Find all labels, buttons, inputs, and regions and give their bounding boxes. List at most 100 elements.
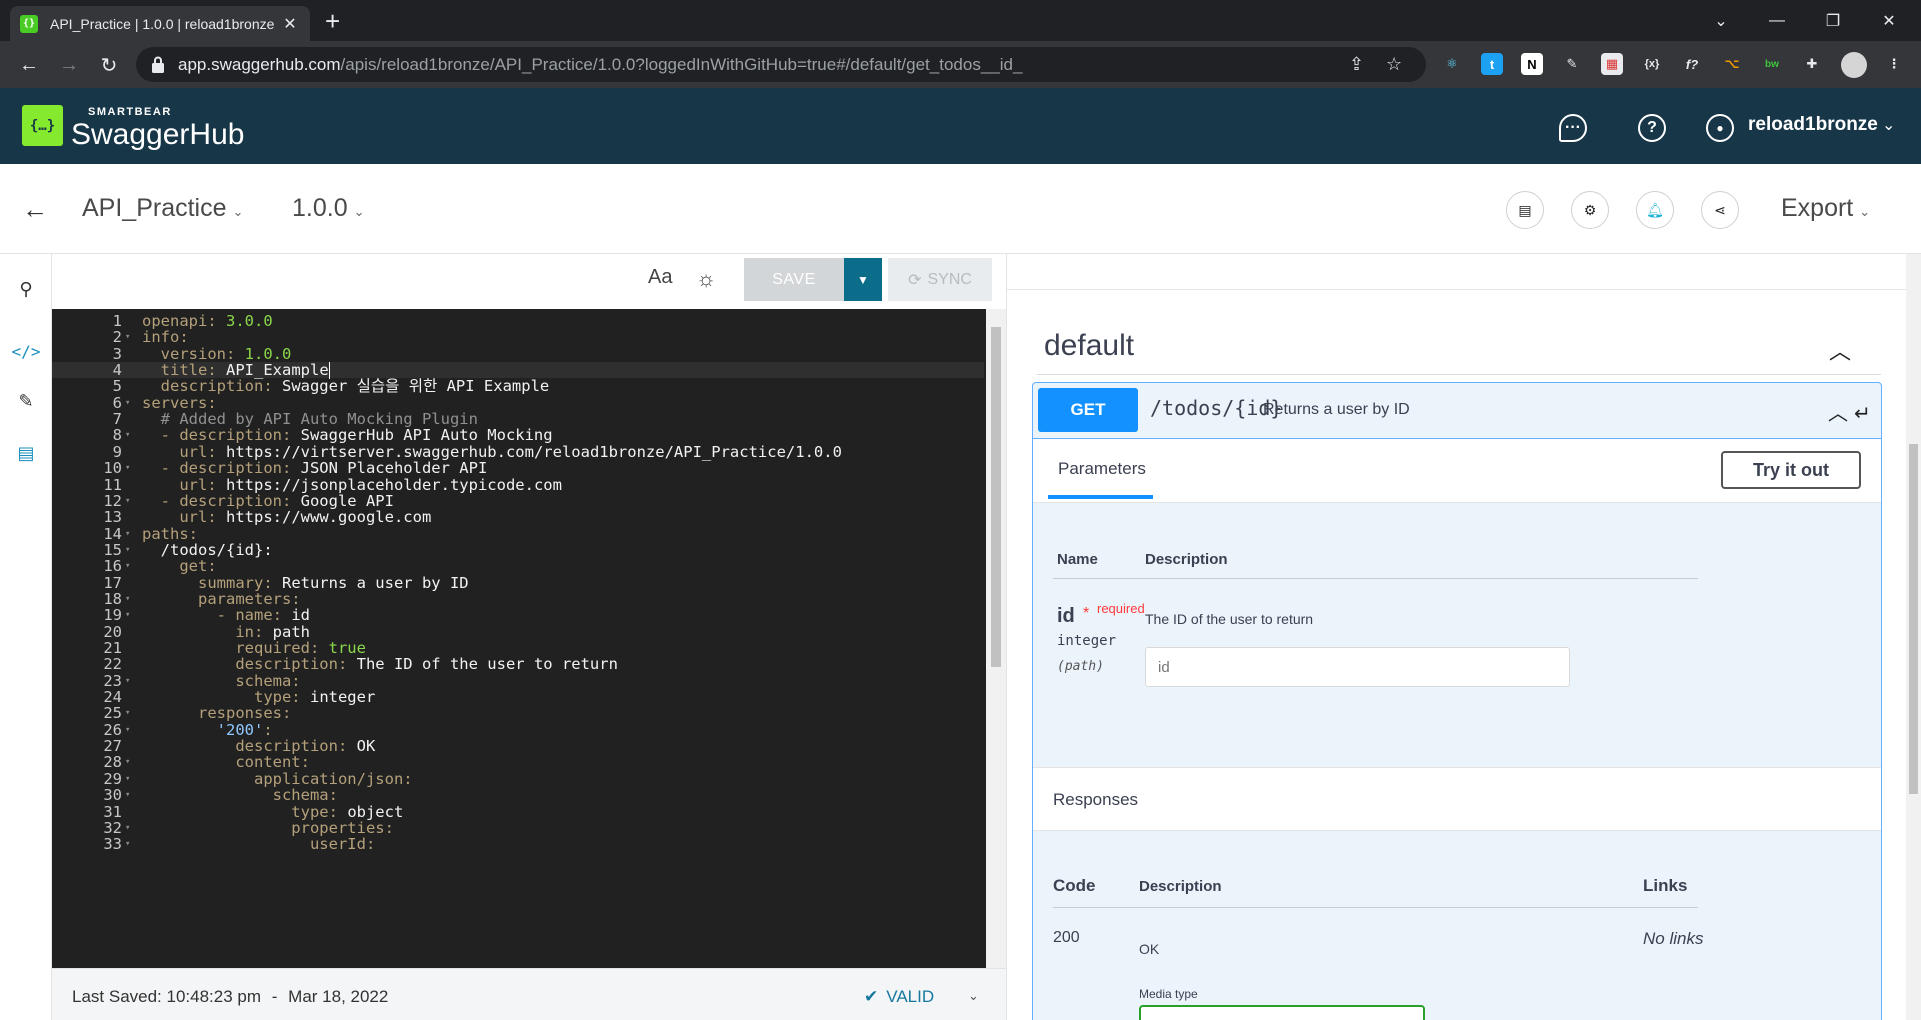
fold-toggle-icon[interactable]: ▾ (125, 754, 130, 770)
fold-toggle-icon[interactable]: ▾ (125, 427, 130, 443)
fold-toggle-icon[interactable]: ▾ (125, 542, 130, 558)
collapse-chevron-up-icon[interactable]: ︿ (1829, 334, 1851, 366)
git-extension-icon[interactable]: ⌥ (1721, 53, 1743, 75)
code-line[interactable]: 1 openapi: 3.0.0 (52, 313, 984, 330)
user-account-icon[interactable]: ● (1706, 114, 1734, 142)
operation-summary[interactable]: GET /todos/{id} Returns a user by ID ︿ ↵ (1033, 383, 1881, 439)
fold-toggle-icon[interactable]: ▾ (125, 836, 130, 852)
fold-toggle-icon[interactable]: ▾ (125, 607, 130, 623)
brand-swaggerhub[interactable]: SwaggerHub (71, 118, 244, 152)
theme-sun-icon[interactable]: ☼ (696, 266, 716, 292)
fold-toggle-icon[interactable]: ▾ (125, 329, 130, 345)
username[interactable]: reload1bronze (1748, 114, 1878, 136)
code-line[interactable]: 2 ▾ info: (52, 329, 984, 346)
function-extension-icon[interactable]: f? (1681, 53, 1703, 75)
minimize-icon[interactable]: — (1749, 0, 1805, 41)
fold-toggle-icon[interactable]: ▾ (125, 787, 130, 803)
profile-avatar-icon[interactable] (1841, 52, 1867, 78)
code-line[interactable]: 21 required: true (52, 640, 984, 657)
fold-toggle-icon[interactable]: ▾ (125, 771, 130, 787)
fold-toggle-icon[interactable]: ▾ (125, 526, 130, 542)
code-line[interactable]: 17 summary: Returns a user by ID (52, 574, 984, 591)
code-line[interactable]: 9 url: https://virtserver.swaggerhub.com… (52, 443, 984, 460)
code-line[interactable]: 30 ▾ schema: (52, 787, 984, 804)
code-line[interactable]: 15 ▾ /todos/{id}: (52, 542, 984, 559)
address-bar[interactable]: app.swaggerhub.com/apis/reload1bronze/AP… (136, 47, 1426, 82)
fold-toggle-icon[interactable]: ▾ (125, 460, 130, 476)
code-line[interactable]: 32 ▾ properties: (52, 819, 984, 836)
code-line[interactable]: 11 url: https://jsonplaceholder.typicode… (52, 476, 984, 493)
code-line[interactable]: 22 description: The ID of the user to re… (52, 656, 984, 673)
fold-toggle-icon[interactable]: ▾ (125, 820, 130, 836)
code-line[interactable]: 16 ▾ get: (52, 558, 984, 575)
bookmark-star-icon[interactable]: ☆ (1386, 54, 1402, 75)
code-line[interactable]: 28 ▾ content: (52, 754, 984, 771)
version-dropdown[interactable]: 1.0.0 ⌄ (292, 194, 365, 223)
settings-gear-icon[interactable]: ⚙ (1571, 191, 1609, 229)
media-type-select[interactable] (1139, 1005, 1425, 1020)
browser-menu-icon[interactable]: ⋮ (1883, 53, 1905, 75)
bw-extension-icon[interactable]: bw (1761, 53, 1783, 75)
code-line[interactable]: 5 description: Swagger 실습을 위한 API Exampl… (52, 378, 984, 395)
api-name-dropdown[interactable]: API_Practice ⌄ (82, 194, 243, 223)
share-icon[interactable]: ⇪ (1349, 54, 1364, 75)
code-line[interactable]: 10 ▾ - description: JSON Placeholder API (52, 460, 984, 477)
fold-toggle-icon[interactable]: ▾ (125, 493, 130, 509)
design-compass-icon[interactable]: ⚲ (13, 276, 39, 302)
react-devtools-icon[interactable]: ⚛ (1441, 53, 1463, 75)
chat-icon[interactable]: ··· (1559, 114, 1587, 142)
twitter-icon[interactable]: t (1481, 53, 1503, 75)
save-dropdown-chevron-icon[interactable]: ▼ (844, 258, 882, 301)
restore-icon[interactable]: ❐ (1805, 0, 1861, 41)
docs-icon[interactable]: ▤ (13, 440, 39, 466)
export-menu[interactable]: Export ⌄ (1781, 194, 1870, 223)
document-icon[interactable]: ▤ (1506, 191, 1544, 229)
back-arrow-icon[interactable]: ← (22, 194, 48, 225)
fold-toggle-icon[interactable]: ▾ (125, 558, 130, 574)
try-it-out-button[interactable]: Try it out (1721, 451, 1861, 489)
code-line[interactable]: 25 ▾ responses: (52, 705, 984, 722)
code-line[interactable]: 14 ▾ paths: (52, 525, 984, 542)
code-line[interactable]: 7 # Added by API Auto Mocking Plugin (52, 411, 984, 428)
pen-extension-icon[interactable]: ✎ (1561, 53, 1583, 75)
code-line[interactable]: 23 ▾ schema: (52, 672, 984, 689)
browser-tab[interactable]: {} API_Practice | 1.0.0 | reload1bronze … (10, 6, 310, 41)
fold-toggle-icon[interactable]: ▾ (125, 673, 130, 689)
code-line[interactable]: 33 ▾ userId: (52, 836, 984, 853)
param-id-input[interactable] (1145, 647, 1570, 687)
code-line[interactable]: 27 description: OK (52, 738, 984, 755)
new-tab-button[interactable]: + (325, 8, 340, 34)
sync-button[interactable]: ⟳ SYNC (888, 258, 992, 301)
code-line[interactable]: 3 version: 1.0.0 (52, 345, 984, 362)
editor-scrollbar-thumb[interactable] (991, 327, 1001, 667)
operation-collapse-icons[interactable]: ︿ ↵ (1828, 397, 1871, 426)
code-line[interactable]: 8 ▾ - description: SwaggerHub API Auto Mo… (52, 427, 984, 444)
notification-bell-icon[interactable]: 🔔︎ (1636, 191, 1674, 229)
back-icon[interactable]: ← (14, 51, 44, 79)
fold-toggle-icon[interactable]: ▾ (125, 705, 130, 721)
close-window-icon[interactable]: ✕ (1861, 0, 1917, 41)
fold-toggle-icon[interactable]: ▾ (125, 395, 130, 411)
forward-icon[interactable]: → (54, 51, 84, 79)
help-icon[interactable]: ? (1638, 114, 1666, 142)
page-scrollbar-thumb[interactable] (1909, 444, 1918, 794)
validation-chevron-icon[interactable]: ⌄ (968, 988, 979, 1004)
code-line[interactable]: 20 in: path (52, 623, 984, 640)
code-line[interactable]: 12 ▾ - description: Google API (52, 492, 984, 509)
fold-toggle-icon[interactable]: ▾ (125, 591, 130, 607)
user-menu-chevron-icon[interactable]: ⌄ (1882, 115, 1895, 135)
edit-icon[interactable]: ✎ (13, 388, 39, 414)
code-line[interactable]: 18 ▾ parameters: (52, 591, 984, 608)
return-arrow-icon[interactable]: ↵ (1854, 403, 1871, 425)
notion-icon[interactable]: N (1521, 53, 1543, 75)
code-line[interactable]: 19 ▾ - name: id (52, 607, 984, 624)
code-line[interactable]: 31 type: object (52, 803, 984, 820)
share-icon[interactable]: ⋖ (1701, 191, 1739, 229)
section-title[interactable]: default (1044, 329, 1134, 363)
swaggerhub-logo-icon[interactable]: {…} (22, 105, 63, 146)
page-scrollbar[interactable] (1906, 254, 1921, 1020)
code-editor-icon[interactable]: </> (12, 338, 41, 364)
code-line[interactable]: 4 title: API_Example (52, 362, 984, 380)
reload-icon[interactable]: ↻ (94, 51, 124, 79)
code-editor[interactable]: 1 openapi: 3.0.0 2 ▾ info: 3 version: 1.0.0 4 … (52, 309, 1006, 968)
